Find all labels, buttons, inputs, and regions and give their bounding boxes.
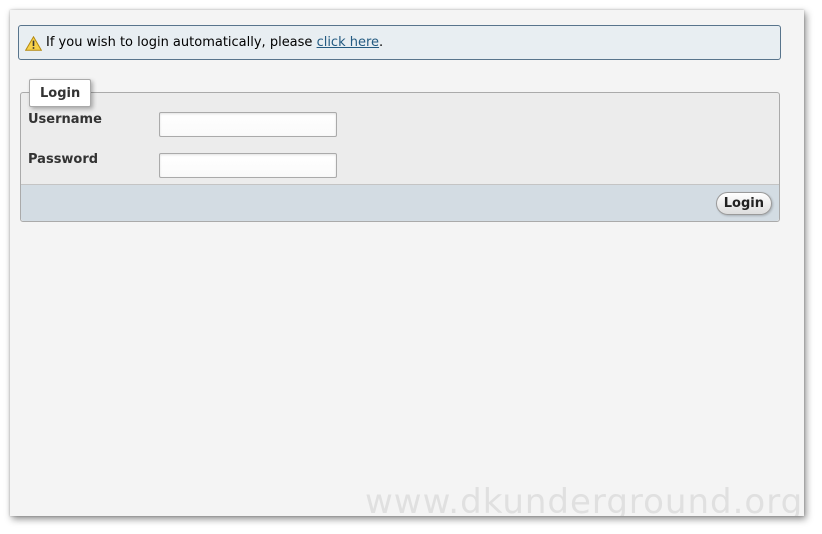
login-legend: Login — [29, 79, 92, 107]
username-input[interactable] — [159, 112, 337, 137]
app-window: If you wish to login automatically, plea… — [10, 10, 804, 516]
auto-login-link[interactable]: click here — [317, 35, 379, 50]
form-footer: Login — [21, 184, 779, 221]
login-fieldset: Login Username Password Login — [20, 79, 780, 222]
auto-login-notice: If you wish to login automatically, plea… — [18, 25, 781, 60]
login-button[interactable]: Login — [715, 192, 772, 215]
password-label: Password — [28, 152, 99, 167]
password-input[interactable] — [159, 153, 337, 178]
notice-suffix: . — [379, 35, 384, 50]
username-label: Username — [28, 112, 102, 127]
warning-icon — [25, 35, 42, 51]
notice-text: If you wish to login automatically, plea… — [46, 35, 317, 50]
watermark-text: www.dkunderground.org — [365, 482, 804, 516]
